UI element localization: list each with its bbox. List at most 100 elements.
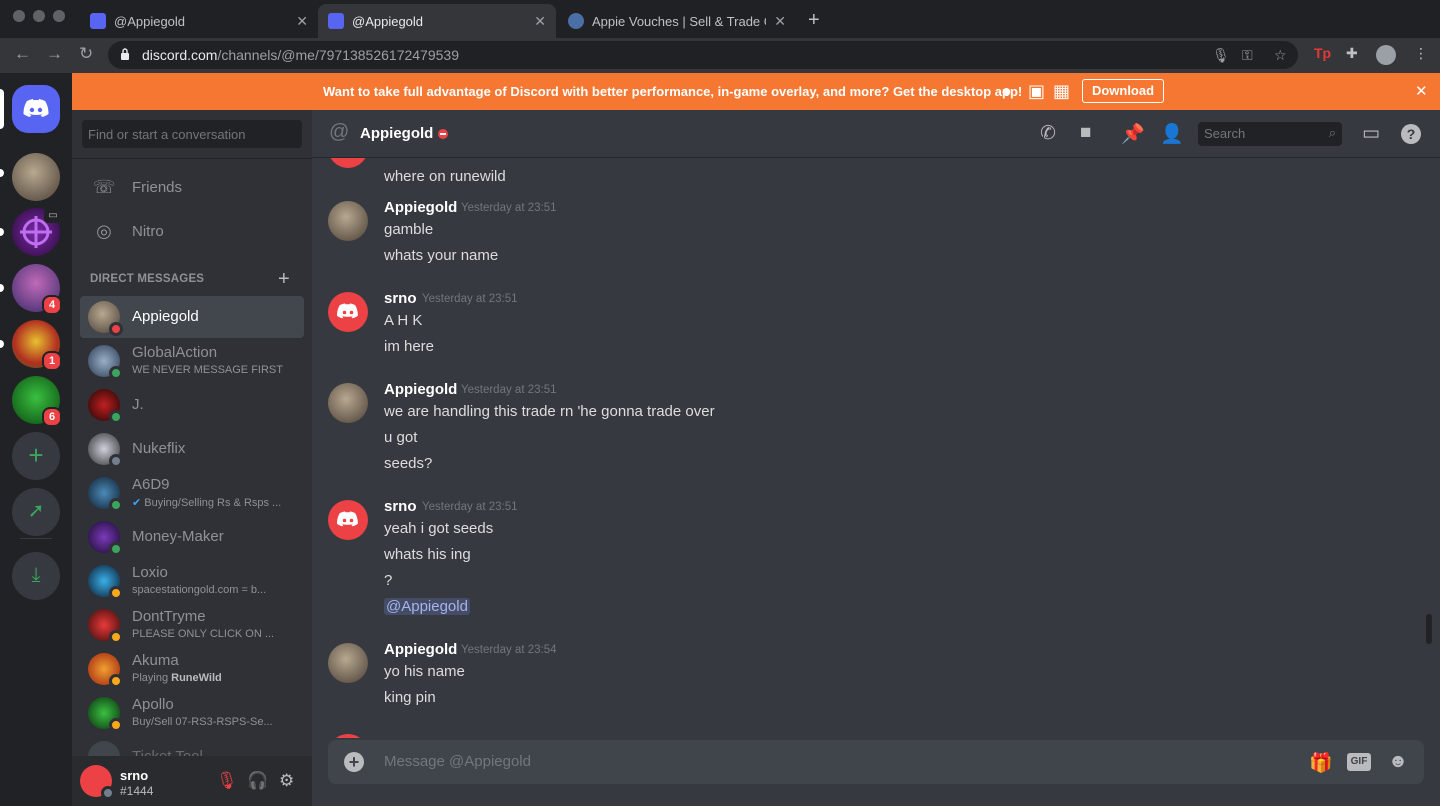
message-timestamp: Yesterday at 23:51: [422, 293, 518, 305]
discord-app: ▭ 4 1 6 + ➚ ⤓ Want to take full advantag…: [0, 73, 1440, 806]
discord-logo-icon: [337, 511, 358, 527]
online-status-icon: [109, 366, 123, 380]
dm-item-nukeflix[interactable]: Nukeflix: [80, 428, 304, 470]
message-avatar[interactable]: [328, 201, 368, 241]
browser-tab-2[interactable]: @Appiegold ✕: [318, 4, 556, 38]
browser-tab-1[interactable]: @Appiegold ✕: [80, 4, 318, 38]
new-tab-plus-icon[interactable]: +: [808, 9, 820, 32]
bookmark-star-icon[interactable]: ☆: [1274, 47, 1287, 64]
download-button[interactable]: Download: [1082, 79, 1164, 103]
profile-avatar-icon[interactable]: [1376, 45, 1396, 65]
message-avatar[interactable]: [328, 292, 368, 332]
chat-header: @ Appiegold ✆ ■ 📌 👤 Search ⌕ ▭ ?: [312, 110, 1440, 158]
message-author[interactable]: Appiegold: [384, 641, 457, 658]
reload-icon[interactable]: ↻: [79, 44, 93, 64]
message-text: yeah i got seeds: [384, 520, 494, 537]
inbox-icon[interactable]: ▭: [1362, 122, 1380, 145]
dm-item-a6d9[interactable]: A6D9 ✔ Buying/Selling Rs & Rsps ...: [80, 472, 304, 514]
close-tab-icon[interactable]: ✕: [296, 13, 308, 30]
message-avatar[interactable]: [328, 383, 368, 423]
discord-favicon-icon: [328, 13, 344, 29]
friends-nav-item[interactable]: ☏ Friends: [80, 166, 304, 208]
message-author[interactable]: Appiegold: [384, 199, 457, 216]
message-input[interactable]: Message @Appiegold: [384, 753, 531, 770]
dm-name: Loxio: [132, 564, 168, 581]
message-author[interactable]: Appiegold: [384, 381, 457, 398]
dm-name: Nukeflix: [132, 440, 186, 457]
headphones-icon[interactable]: 🎧: [247, 771, 268, 791]
forward-arrow-icon[interactable]: →: [46, 44, 63, 64]
browser-toolbar: ← → ↻ discord.com/channels/@me/797138526…: [0, 38, 1440, 73]
tab-title: @Appiegold: [352, 13, 424, 29]
search-input[interactable]: Search ⌕: [1198, 122, 1342, 146]
add-friend-to-dm-icon[interactable]: 👤: [1160, 122, 1184, 146]
extensions-puzzle-icon[interactable]: ✚: [1346, 45, 1358, 62]
idle-status-icon: [109, 674, 123, 688]
dm-item-donttryme[interactable]: DontTryme PLEASE ONLY CLICK ON ...: [80, 604, 304, 646]
close-tab-icon[interactable]: ✕: [534, 13, 546, 30]
message-author[interactable]: srno: [384, 498, 417, 515]
nitro-nav-item[interactable]: ◎ Nitro: [80, 210, 304, 252]
download-apps-icon[interactable]: ⤓: [12, 552, 60, 600]
window-close-dot[interactable]: [13, 10, 25, 22]
message-composer[interactable]: + Message @Appiegold 🎁 GIF ☻: [328, 740, 1424, 784]
dnd-status-icon: [109, 322, 123, 336]
dm-item-appiegold[interactable]: Appiegold: [80, 296, 304, 338]
dm-item-apollo[interactable]: Apollo Buy/Sell 07-RS3-RSPS-Se...: [80, 692, 304, 734]
video-call-icon[interactable]: ■: [1080, 122, 1091, 144]
activity-prefix: Playing: [132, 672, 172, 684]
find-conversation-input[interactable]: Find or start a conversation: [82, 120, 302, 148]
friends-wave-icon: ☏: [92, 177, 116, 197]
message-list: where on runewild Appiegold Yesterday at…: [312, 158, 1440, 738]
unread-pill: [0, 169, 4, 177]
message-avatar[interactable]: [328, 500, 368, 540]
discord-home-button[interactable]: [12, 85, 60, 133]
message-avatar[interactable]: [328, 734, 368, 738]
address-bar[interactable]: discord.com/channels/@me/797138526172479…: [108, 41, 1298, 69]
pinned-messages-icon[interactable]: 📌: [1121, 122, 1145, 146]
back-arrow-icon[interactable]: ←: [14, 44, 31, 64]
dm-item-loxio[interactable]: Loxio spacestationgold.com = b...: [80, 560, 304, 602]
extension-tp-icon[interactable]: Tp: [1314, 45, 1331, 61]
settings-gear-icon[interactable]: ⚙: [279, 771, 294, 791]
divider: [72, 158, 312, 159]
unread-pill: [0, 284, 4, 292]
explore-servers-compass-icon[interactable]: ➚: [12, 488, 60, 536]
window-maximize-dot[interactable]: [53, 10, 65, 22]
dm-name: Apollo: [132, 696, 174, 713]
close-tab-icon[interactable]: ✕: [774, 13, 786, 30]
browser-tab-3[interactable]: Appie Vouches | Sell & Trade G ✕: [558, 4, 796, 38]
key-icon[interactable]: ⚿: [1242, 47, 1253, 64]
dm-name: Akuma: [132, 652, 179, 669]
close-banner-icon[interactable]: ✕: [1415, 82, 1428, 100]
microphone-icon[interactable]: 🎙: [1212, 47, 1230, 64]
dm-name: A6D9: [132, 476, 170, 493]
message-avatar[interactable]: [328, 158, 368, 168]
scrollbar-thumb[interactable]: [1426, 614, 1432, 644]
upload-plus-icon[interactable]: +: [344, 752, 364, 772]
screen-share-icon: ▭: [44, 209, 62, 223]
username: srno: [120, 768, 149, 783]
add-server-button[interactable]: +: [12, 432, 60, 480]
message-timestamp: Yesterday at 23:51: [422, 501, 518, 513]
dm-name: Money-Maker: [132, 528, 224, 545]
mute-microphone-icon[interactable]: 🎙: [216, 771, 238, 791]
dm-item-money-maker[interactable]: Money-Maker: [80, 516, 304, 558]
dnd-status-icon: [438, 129, 448, 139]
server-1-icon[interactable]: [12, 153, 60, 201]
emoji-icon[interactable]: ☻: [1388, 751, 1408, 773]
gift-icon[interactable]: 🎁: [1309, 751, 1333, 775]
browser-menu-icon[interactable]: ⋮: [1414, 45, 1428, 62]
voice-call-icon[interactable]: ✆: [1040, 122, 1056, 145]
gif-button[interactable]: GIF: [1347, 753, 1371, 771]
message-avatar[interactable]: [328, 643, 368, 683]
help-icon[interactable]: ?: [1401, 124, 1421, 144]
dm-item-akuma[interactable]: Akuma Playing RuneWild: [80, 648, 304, 690]
user-mention[interactable]: @Appiegold: [384, 598, 470, 615]
window-minimize-dot[interactable]: [33, 10, 45, 22]
dm-item-j[interactable]: J.: [80, 384, 304, 426]
direct-messages-header: DIRECT MESSAGES: [90, 273, 205, 285]
create-dm-plus-icon[interactable]: +: [278, 268, 290, 291]
message-author[interactable]: srno: [384, 290, 417, 307]
dm-item-globalaction[interactable]: GlobalAction WE NEVER MESSAGE FIRST: [80, 340, 304, 382]
